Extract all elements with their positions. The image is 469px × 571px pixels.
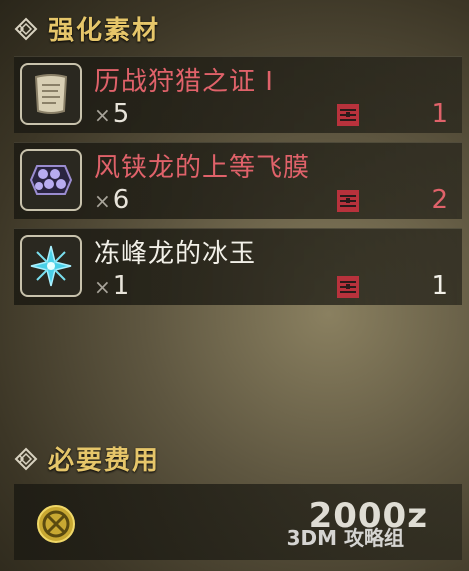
watermark: 3DM 攻略组 [286, 526, 404, 550]
wing-membrane-icon [20, 149, 82, 211]
material-name: 冻峰龙的冰玉 [94, 239, 257, 269]
material-owned-qty: 1 [431, 271, 448, 301]
materials-section-header: 强化素材 [14, 10, 160, 47]
material-owned-qty: 2 [431, 185, 448, 215]
section-diamond-icon [14, 17, 38, 41]
item-box-icon [337, 276, 359, 298]
item-box-icon [337, 104, 359, 126]
material-required-qty: ×6 [94, 185, 130, 215]
item-box-icon [337, 190, 359, 212]
material-name: 历战狩猎之证 Ⅰ [94, 67, 274, 97]
section-diamond-icon [14, 447, 38, 471]
zenny-coin-icon [37, 505, 75, 543]
material-required-qty: ×1 [94, 271, 130, 301]
material-name: 风铗龙的上等飞膜 [94, 153, 311, 183]
materials-section-title: 强化素材 [48, 16, 161, 46]
material-row-1[interactable]: 历战狩猎之证 Ⅰ ×5 1 [14, 56, 462, 133]
ice-gem-icon [20, 235, 82, 297]
parchment-icon [20, 63, 82, 125]
material-required-qty: ×5 [94, 99, 130, 129]
cost-section-header: 必要费用 [14, 440, 160, 477]
cost-row: 2000z 3DM 攻略组 [14, 484, 462, 560]
material-owned-qty: 1 [431, 99, 448, 129]
upgrade-panel: 强化素材 历战狩猎之证 Ⅰ ×5 1 风铗龙的上等飞膜 ×6 2 冻峰龙的冰玉 … [0, 0, 469, 571]
cost-section-title: 必要费用 [48, 446, 161, 476]
material-row-2[interactable]: 风铗龙的上等飞膜 ×6 2 [14, 142, 462, 219]
material-row-3[interactable]: 冻峰龙的冰玉 ×1 1 [14, 228, 462, 305]
